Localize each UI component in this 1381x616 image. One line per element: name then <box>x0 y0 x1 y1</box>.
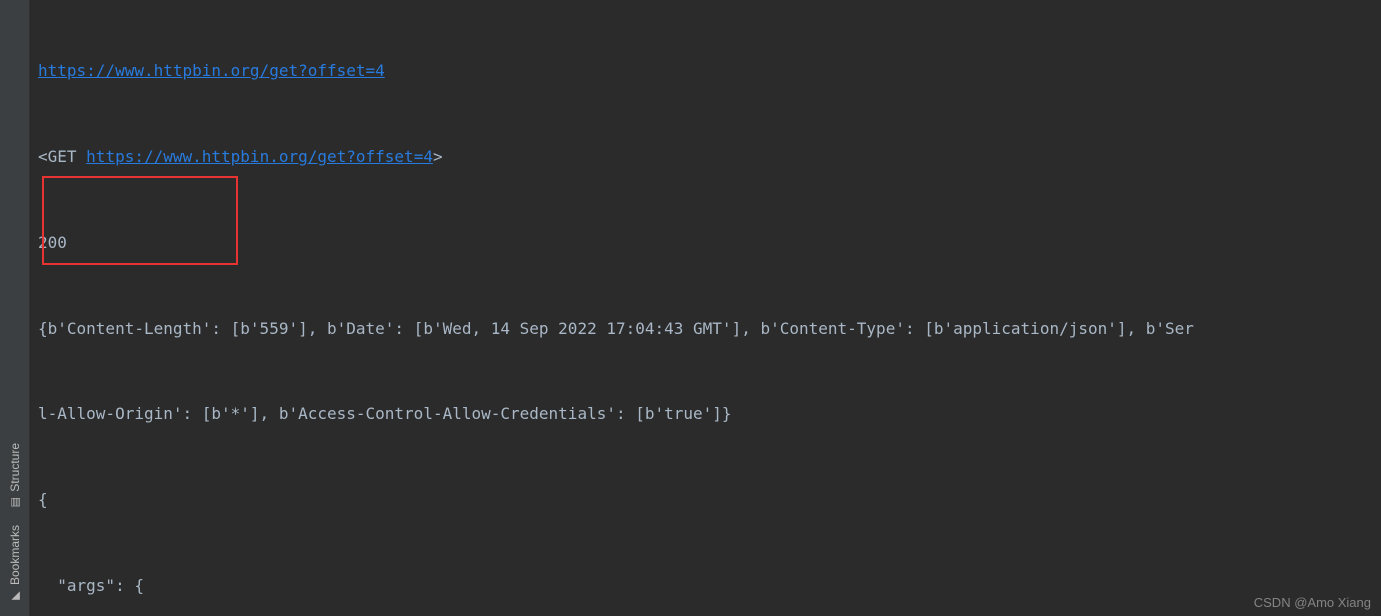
structure-label: Structure <box>8 443 22 492</box>
req-prefix: <GET <box>38 147 86 166</box>
bookmarks-label: Bookmarks <box>8 525 22 585</box>
json-open: { <box>38 486 1373 515</box>
status-code: 200 <box>38 229 1373 258</box>
watermark: CSDN @Amo Xiang <box>1254 595 1371 610</box>
args-open: "args": { <box>38 572 1373 601</box>
req-suffix: > <box>433 147 443 166</box>
request-url[interactable]: https://www.httpbin.org/get?offset=4 <box>86 147 433 166</box>
structure-tab[interactable]: ▤ Structure <box>8 435 22 517</box>
raw-headers-2: l-Allow-Origin': [b'*'], b'Access-Contro… <box>38 400 1373 429</box>
structure-icon: ▤ <box>8 497 21 507</box>
bookmarks-tab[interactable]: ◣ Bookmarks <box>8 517 22 610</box>
console-output: https://www.httpbin.org/get?offset=4 <GE… <box>30 0 1381 616</box>
sidebar: ▤ Structure ◣ Bookmarks <box>0 0 30 616</box>
url-line-1[interactable]: https://www.httpbin.org/get?offset=4 <box>38 61 385 80</box>
raw-headers-1: {b'Content-Length': [b'559'], b'Date': [… <box>38 315 1373 344</box>
bookmarks-icon: ◣ <box>8 591 21 599</box>
